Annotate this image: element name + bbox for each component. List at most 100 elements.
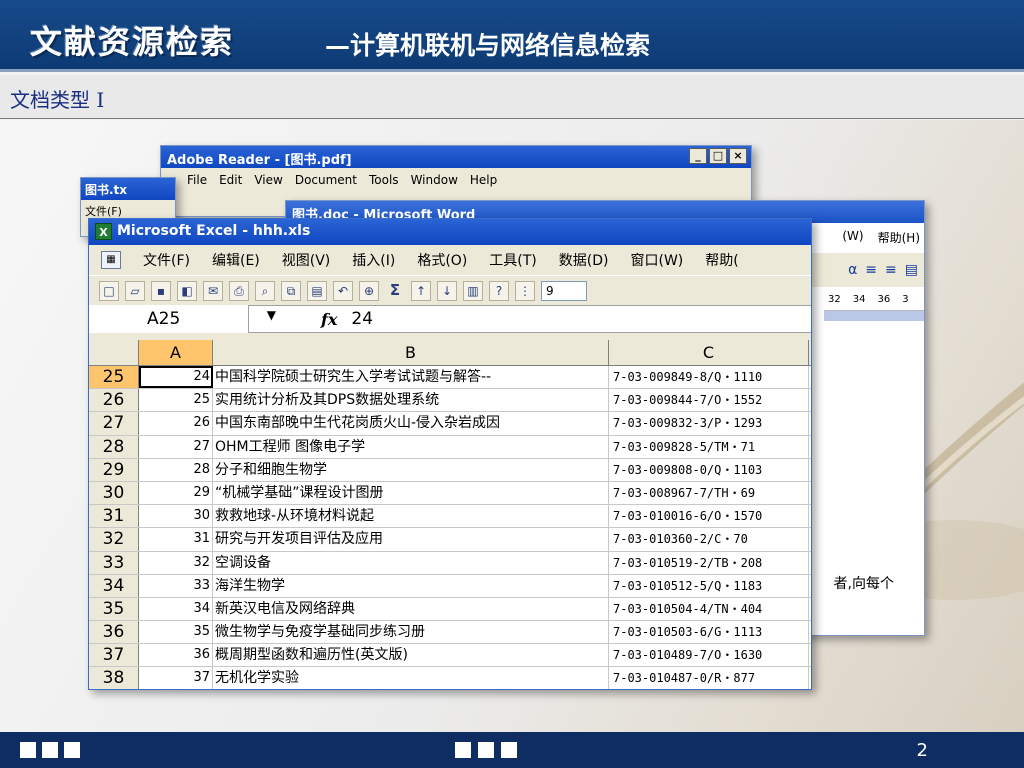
cell-a[interactable]: 35	[139, 621, 213, 644]
column-header-b[interactable]: B	[213, 340, 609, 365]
cell-c[interactable]: 7-03-010360-2/C・70	[609, 528, 809, 551]
autosum-icon[interactable]: Σ	[385, 281, 405, 301]
cell-a[interactable]: 29	[139, 481, 213, 505]
minimize-icon[interactable]: _	[689, 148, 707, 164]
cell-b[interactable]: 分子和细胞生物学	[213, 458, 609, 481]
excel-menu-help[interactable]: 帮助(	[705, 250, 738, 270]
hyperlink-icon[interactable]: ⊕	[359, 280, 379, 301]
cell-b[interactable]: 中国东南部晚中生代花岗质火山-侵入杂岩成因	[213, 412, 609, 435]
undo-icon[interactable]: ↶	[333, 280, 353, 301]
row-header[interactable]: 28	[89, 435, 139, 458]
cell-c[interactable]: 7-03-010512-5/Q・1183	[609, 574, 809, 597]
sort-ascending-icon[interactable]: ↑	[411, 280, 431, 301]
print-icon[interactable]: ⎙	[229, 280, 249, 301]
document-icon[interactable]: ▦	[101, 251, 121, 269]
adobe-menu-help[interactable]: Help	[470, 173, 497, 187]
excel-titlebar[interactable]: X Microsoft Excel - hhh.xls	[89, 219, 811, 245]
align-center-icon[interactable]: ≡	[865, 262, 877, 278]
row-header[interactable]: 33	[89, 551, 139, 574]
formula-input[interactable]: 24	[351, 309, 373, 329]
adobe-menu-view[interactable]: View	[254, 173, 282, 187]
adobe-titlebar[interactable]: Adobe Reader - [图书.pdf] _ □ ×	[161, 146, 751, 168]
cell-c[interactable]: 7-03-009832-3/P・1293	[609, 412, 809, 435]
row-header[interactable]: 27	[89, 412, 139, 435]
help-icon[interactable]: ?	[489, 280, 509, 301]
cell-b[interactable]: 微生物学与免疫学基础同步练习册	[213, 621, 609, 644]
copy-icon[interactable]: ⧉	[281, 280, 301, 301]
cell-b[interactable]: 中国科学院硕士研究生入学考试试题与解答--	[213, 366, 609, 389]
cell-b[interactable]: OHM工程师 图像电子学	[213, 435, 609, 458]
adobe-menu-edit[interactable]: Edit	[219, 173, 242, 187]
cell-c[interactable]: 7-03-009844-7/O・1552	[609, 389, 809, 412]
new-file-icon[interactable]: □	[99, 280, 119, 301]
email-icon[interactable]: ✉	[203, 280, 223, 301]
cell-a[interactable]: 36	[139, 644, 213, 667]
excel-menu-tools[interactable]: 工具(T)	[489, 250, 536, 270]
cell-c[interactable]: 7-03-010016-6/O・1570	[609, 505, 809, 528]
cell-b[interactable]: 实用统计分析及其DPS数据处理系统	[213, 389, 609, 412]
format-icon[interactable]: α	[848, 262, 857, 278]
cell-b[interactable]: 无机化学实验	[213, 667, 609, 689]
cell-c[interactable]: 7-03-009849-8/Q・1110	[609, 366, 809, 389]
cell-c[interactable]: 7-03-010489-7/O・1630	[609, 644, 809, 667]
cell-c[interactable]: 7-03-010487-0/R・877	[609, 667, 809, 689]
excel-menu-file[interactable]: 文件(F)	[143, 250, 190, 270]
cell-c[interactable]: 7-03-009808-0/Q・1103	[609, 458, 809, 481]
cell-b[interactable]: 救救地球-从环境材料说起	[213, 505, 609, 528]
cell-b[interactable]: 概周期型函数和遍历性(英文版)	[213, 644, 609, 667]
adobe-menu-document[interactable]: Document	[295, 173, 357, 187]
font-size-select[interactable]: 9	[541, 280, 587, 301]
cell-c[interactable]: 7-03-010503-6/G・1113	[609, 621, 809, 644]
row-header[interactable]: 37	[89, 644, 139, 667]
align-right-icon[interactable]: ≡	[885, 262, 897, 278]
notepad-titlebar[interactable]: 图书.tx	[81, 178, 175, 200]
maximize-icon[interactable]: □	[709, 148, 727, 164]
open-folder-icon[interactable]: ▱	[125, 280, 145, 301]
excel-menu-edit[interactable]: 编辑(E)	[212, 250, 260, 270]
column-header-c[interactable]: C	[609, 340, 809, 365]
word-menu-window[interactable]: (W)	[842, 229, 863, 246]
cell-c[interactable]: 7-03-009828-5/TM・71	[609, 435, 809, 458]
sort-descending-icon[interactable]: ↓	[437, 280, 457, 301]
cell-a[interactable]: 26	[139, 412, 213, 435]
adobe-menu-file[interactable]: File	[187, 173, 207, 187]
cell-a[interactable]: 27	[139, 435, 213, 458]
excel-menu-window[interactable]: 窗口(W)	[631, 250, 684, 270]
word-menu-help[interactable]: 帮助(H)	[878, 229, 920, 246]
justify-icon[interactable]: ▤	[905, 262, 918, 278]
row-header[interactable]: 38	[89, 667, 139, 689]
row-header[interactable]: 35	[89, 597, 139, 621]
word-document-text[interactable]: 者,向每个	[834, 573, 894, 593]
row-header[interactable]: 36	[89, 621, 139, 644]
function-icon[interactable]: fx	[321, 310, 337, 329]
excel-menu-format[interactable]: 格式(O)	[417, 250, 467, 270]
row-header[interactable]: 31	[89, 505, 139, 528]
cell-b[interactable]: “机械学基础”课程设计图册	[213, 481, 609, 505]
paste-icon[interactable]: ▤	[307, 280, 327, 301]
cell-b[interactable]: 海洋生物学	[213, 574, 609, 597]
cell-b[interactable]: 研究与开发项目评估及应用	[213, 528, 609, 551]
row-header[interactable]: 25	[89, 366, 139, 389]
cell-a[interactable]: 31	[139, 528, 213, 551]
chevron-down-icon[interactable]: ▼	[267, 308, 276, 322]
row-header[interactable]: 30	[89, 481, 139, 505]
row-header[interactable]: 26	[89, 389, 139, 412]
cell-b[interactable]: 新英汉电信及网络辞典	[213, 597, 609, 621]
cell-a[interactable]: 30	[139, 505, 213, 528]
name-box[interactable]: A25 ▼	[89, 305, 276, 333]
cell-a[interactable]: 34	[139, 597, 213, 621]
close-icon[interactable]: ×	[729, 148, 747, 164]
row-header[interactable]: 32	[89, 528, 139, 551]
excel-window[interactable]: X Microsoft Excel - hhh.xls ▦ 文件(F) 编辑(E…	[88, 218, 812, 690]
cell-a[interactable]: 25	[139, 389, 213, 412]
cell-a[interactable]: 28	[139, 458, 213, 481]
cell-b[interactable]: 空调设备	[213, 551, 609, 574]
row-header[interactable]: 29	[89, 458, 139, 481]
cell-c[interactable]: 7-03-010519-2/TB・208	[609, 551, 809, 574]
cell-c[interactable]: 7-03-008967-7/TH・69	[609, 481, 809, 505]
permission-icon[interactable]: ◧	[177, 280, 197, 301]
adobe-menu-window[interactable]: Window	[411, 173, 458, 187]
save-icon[interactable]: ▪	[151, 280, 171, 301]
excel-menu-view[interactable]: 视图(V)	[282, 250, 331, 270]
research-icon[interactable]: ⌕	[255, 280, 275, 301]
